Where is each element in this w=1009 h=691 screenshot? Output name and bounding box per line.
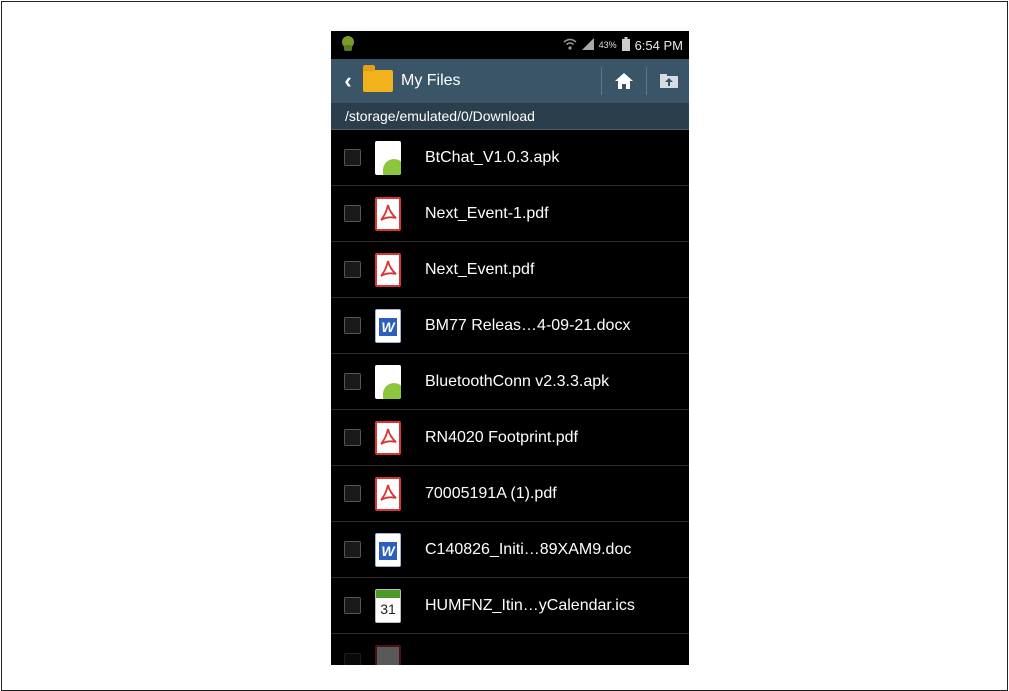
- pdf-file-icon: [375, 644, 401, 665]
- select-checkbox[interactable]: [344, 149, 361, 166]
- file-list: BtChat_V1.0.3.apk Next_Event-1.pdf Next_…: [331, 130, 689, 665]
- select-checkbox[interactable]: [344, 373, 361, 390]
- divider: [601, 67, 602, 95]
- android-notification-icon: [341, 35, 355, 55]
- list-item[interactable]: BluetoothConn v2.3.3.apk: [331, 354, 689, 410]
- page-title: My Files: [401, 72, 461, 89]
- signal-icon: [581, 37, 594, 53]
- pdf-file-icon: [375, 476, 401, 511]
- select-checkbox[interactable]: [344, 597, 361, 614]
- battery-percentage: 43%: [598, 40, 617, 50]
- battery-icon: [621, 36, 630, 54]
- word-file-icon: W: [375, 532, 401, 567]
- status-time: 6:54 PM: [634, 37, 683, 53]
- file-name: BluetoothConn v2.3.3.apk: [425, 372, 610, 390]
- calendar-file-icon: 31: [375, 588, 401, 623]
- folder-icon: [363, 65, 393, 92]
- file-name: HUMFNZ_Itin…yCalendar.ics: [425, 596, 635, 614]
- file-name: C140826_Initi…89XAM9.doc: [425, 540, 632, 558]
- file-name: Next_Event-1.pdf: [425, 204, 549, 222]
- file-name: 70005191A (1).pdf: [425, 484, 557, 502]
- list-item[interactable]: RN4020 Footprint.pdf: [331, 410, 689, 466]
- list-item[interactable]: BtChat_V1.0.3.apk: [331, 130, 689, 186]
- list-item[interactable]: 31 HUMFNZ_Itin…yCalendar.ics: [331, 578, 689, 634]
- pdf-file-icon: [375, 252, 401, 287]
- wifi-icon: [563, 38, 577, 53]
- list-item[interactable]: Next_Event.pdf: [331, 242, 689, 298]
- list-item[interactable]: Next_Event-1.pdf: [331, 186, 689, 242]
- action-bar: ‹ My Files: [331, 59, 689, 103]
- status-bar: 43% 6:54 PM: [331, 31, 689, 59]
- file-name: BtChat_V1.0.3.apk: [425, 148, 560, 166]
- home-icon[interactable]: [612, 69, 636, 93]
- apk-file-icon: [375, 140, 401, 175]
- select-checkbox[interactable]: [344, 429, 361, 446]
- divider: [646, 67, 647, 95]
- select-checkbox[interactable]: [344, 485, 361, 502]
- calendar-day: 31: [380, 600, 396, 617]
- file-name: BM77 Releas…4-09-21.docx: [425, 316, 631, 334]
- select-checkbox[interactable]: [344, 205, 361, 222]
- select-checkbox[interactable]: [344, 261, 361, 278]
- up-folder-icon[interactable]: [657, 69, 681, 93]
- list-item[interactable]: W BM77 Releas…4-09-21.docx: [331, 298, 689, 354]
- file-name: Next_Event.pdf: [425, 260, 535, 278]
- apk-file-icon: [375, 364, 401, 399]
- list-item-partial[interactable]: [331, 634, 689, 665]
- select-checkbox[interactable]: [344, 541, 361, 558]
- select-checkbox[interactable]: [344, 317, 361, 334]
- status-icons: 43% 6:54 PM: [563, 36, 683, 54]
- file-name: RN4020 Footprint.pdf: [425, 428, 578, 446]
- pdf-file-icon: [375, 420, 401, 455]
- list-item[interactable]: 70005191A (1).pdf: [331, 466, 689, 522]
- path-breadcrumb: /storage/emulated/0/Download: [331, 103, 689, 130]
- list-item[interactable]: W C140826_Initi…89XAM9.doc: [331, 522, 689, 578]
- word-file-icon: W: [375, 308, 401, 343]
- phone-screen: 43% 6:54 PM ‹ My Files /storage/emulated…: [331, 31, 689, 665]
- back-icon[interactable]: ‹: [337, 68, 359, 94]
- pdf-file-icon: [375, 196, 401, 231]
- select-checkbox[interactable]: [344, 653, 361, 665]
